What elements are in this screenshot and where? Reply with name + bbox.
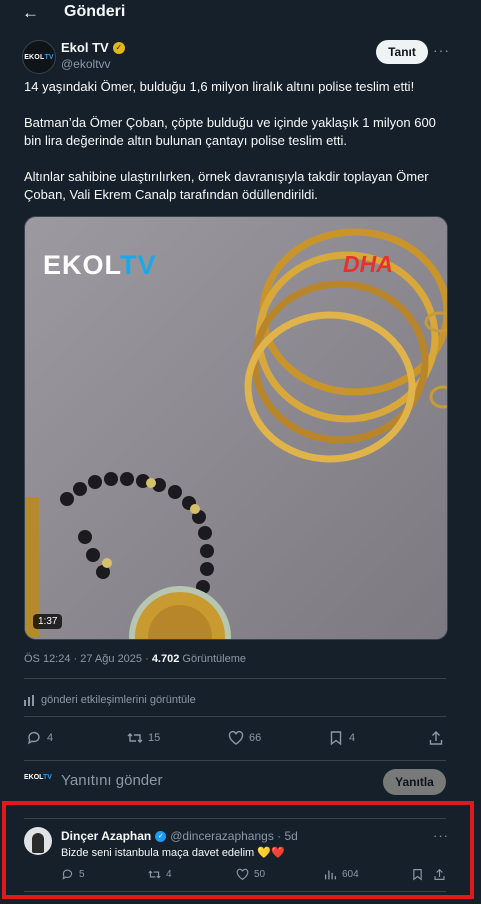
tweet-actions: 4 15 66 4 bbox=[0, 730, 481, 750]
composer-avatar: EKOLTV bbox=[24, 774, 52, 781]
tweet-text: 14 yaşındaki Ömer, bulduğu 1,6 milyon li… bbox=[24, 78, 444, 222]
divider bbox=[24, 818, 446, 819]
tweet-paragraph: Batman’da Ömer Çoban, çöpte bulduğu ve i… bbox=[24, 115, 436, 148]
retweet-button[interactable]: 15 bbox=[127, 730, 160, 746]
bookmark-icon bbox=[330, 731, 342, 746]
reply-reply-count: 5 bbox=[79, 869, 85, 880]
watermark-tv: TV bbox=[120, 250, 157, 280]
reply-reply-button[interactable]: 5 bbox=[61, 868, 85, 881]
page-title: Gönderi bbox=[64, 3, 126, 20]
divider bbox=[24, 760, 446, 761]
bookmark-count: 4 bbox=[349, 732, 356, 744]
reply-count: 4 bbox=[47, 732, 54, 744]
avatar-figure bbox=[32, 833, 44, 853]
reply-author-handle[interactable]: @dincerazaphangs · 5d bbox=[170, 829, 298, 843]
like-button[interactable]: 66 bbox=[228, 730, 261, 746]
verified-gold-badge-icon: ✓ bbox=[112, 41, 125, 54]
analytics-label: gönderi etkileşimlerini görüntüle bbox=[41, 694, 196, 706]
avatar-text-tv: TV bbox=[44, 53, 54, 61]
share-icon bbox=[429, 731, 443, 745]
reply-composer: EKOLTV Yanıtını gönder Yanıtla bbox=[0, 766, 481, 800]
reply-retweet-button[interactable]: 4 bbox=[148, 868, 172, 881]
more-options-icon[interactable]: ··· bbox=[433, 42, 450, 58]
retweet-icon bbox=[127, 733, 143, 743]
video-duration: 1:37 bbox=[33, 614, 63, 629]
reply-more-options-icon[interactable]: ··· bbox=[433, 828, 449, 843]
promote-button[interactable]: Tanıt bbox=[376, 40, 428, 64]
reply-author-name[interactable]: Dinçer Azaphan bbox=[61, 829, 151, 843]
reply-author-avatar[interactable] bbox=[24, 827, 52, 855]
tweet-timestamp[interactable]: ÖS 12:24 · 27 Ağu 2025 · bbox=[24, 653, 152, 665]
view-analytics-link[interactable]: gönderi etkileşimlerini görüntüle bbox=[24, 694, 196, 706]
verified-blue-badge-icon: ✓ bbox=[155, 830, 167, 842]
arrow-left-icon[interactable]: ← bbox=[22, 3, 39, 23]
watermark-ekol: EKOL bbox=[43, 250, 120, 280]
bookmark-button[interactable]: 4 bbox=[328, 730, 355, 746]
top-bar: ← Gönderi bbox=[0, 0, 481, 26]
reply-views-count: 604 bbox=[342, 869, 359, 880]
reply-share-button[interactable] bbox=[433, 868, 446, 881]
avatar-text-tv: TV bbox=[42, 774, 52, 781]
avatar-text: EKOL bbox=[24, 53, 45, 61]
reply-author-row: Dinçer Azaphan ✓ @dincerazaphangs · 5d bbox=[61, 829, 298, 843]
heart-icon bbox=[228, 730, 244, 745]
reply-button[interactable]: 4 bbox=[26, 730, 53, 746]
share-button[interactable] bbox=[428, 730, 444, 746]
tweet-paragraph: 14 yaşındaki Ömer, bulduğu 1,6 milyon li… bbox=[24, 79, 415, 94]
analytics-icon bbox=[24, 694, 34, 706]
reply-icon bbox=[28, 731, 40, 745]
reply-text: Bizde seni istanbula maça davet edelim 💛… bbox=[61, 847, 285, 859]
divider bbox=[24, 716, 446, 717]
reply-views-button[interactable]: 604 bbox=[324, 868, 359, 881]
avatar-text: EKOL bbox=[24, 774, 43, 781]
views-icon bbox=[324, 870, 337, 880]
like-count: 66 bbox=[249, 732, 262, 744]
reply-input[interactable]: Yanıtını gönder bbox=[61, 772, 162, 789]
reply-actions: 5 4 50 604 bbox=[0, 868, 481, 886]
reply-like-count: 50 bbox=[254, 869, 266, 880]
retweet-icon bbox=[148, 870, 161, 879]
watermark-ekoltv: EKOLTV bbox=[43, 250, 157, 281]
views-label: Görüntüleme bbox=[179, 653, 246, 665]
share-icon bbox=[434, 868, 445, 880]
author-handle[interactable]: @ekoltvv bbox=[61, 57, 111, 71]
watermark-dha: DHA bbox=[343, 251, 393, 277]
retweet-count: 15 bbox=[148, 732, 161, 744]
reply-like-button[interactable]: 50 bbox=[236, 868, 265, 881]
reply-retweet-count: 4 bbox=[166, 869, 172, 880]
divider bbox=[24, 678, 446, 679]
reply-submit-button[interactable]: Yanıtla bbox=[383, 769, 446, 795]
author-avatar[interactable]: EKOL TV bbox=[22, 40, 56, 74]
divider bbox=[24, 891, 446, 892]
author-name-row[interactable]: Ekol TV ✓ bbox=[61, 40, 125, 55]
tweet-meta: ÖS 12:24 · 27 Ağu 2025 · 4.702 Görüntüle… bbox=[24, 653, 246, 665]
tweet-paragraph: Altınlar sahibine ulaştırılırken, örnek … bbox=[24, 169, 429, 202]
reply-icon bbox=[62, 869, 73, 880]
reply-bookmark-button[interactable] bbox=[411, 868, 424, 881]
views-count: 4.702 bbox=[151, 653, 180, 665]
tweet-video[interactable]: EKOLTV DHA bbox=[24, 216, 448, 640]
author-name[interactable]: Ekol TV bbox=[61, 40, 109, 55]
bookmark-icon bbox=[413, 869, 422, 881]
heart-icon bbox=[236, 868, 249, 881]
